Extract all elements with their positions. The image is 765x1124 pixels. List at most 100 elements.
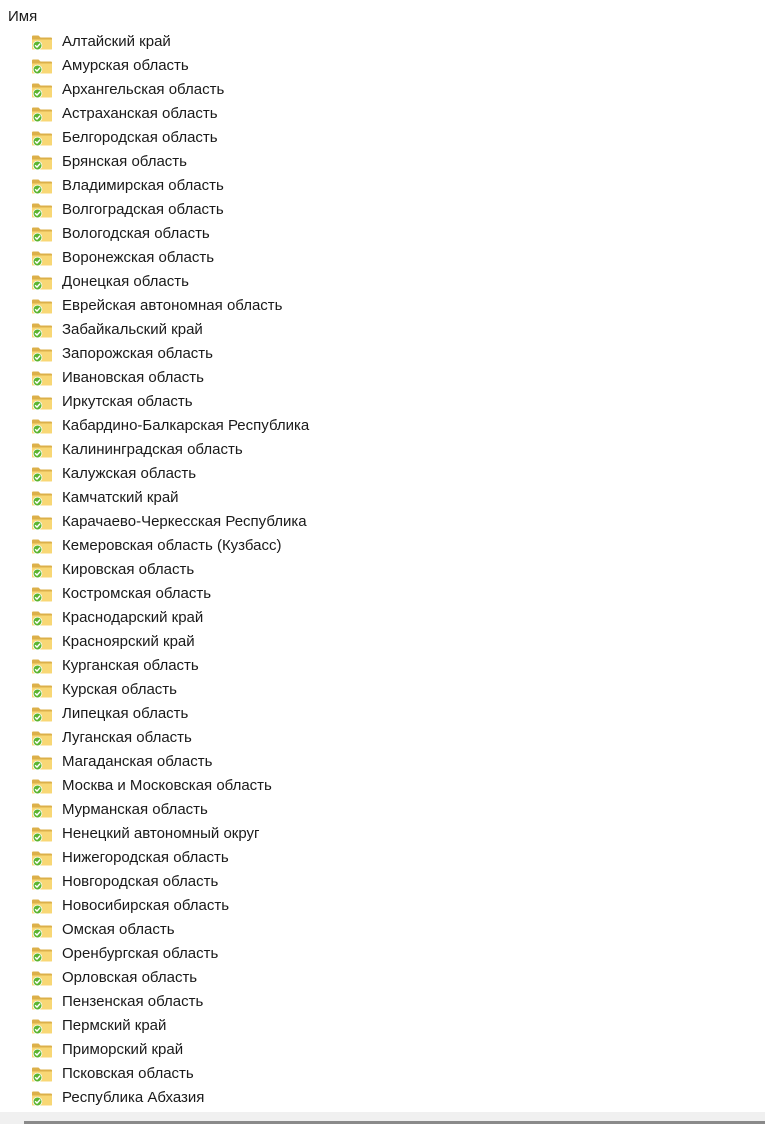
- folder-item[interactable]: Донецкая область: [0, 270, 765, 294]
- folder-item[interactable]: Приморский край: [0, 1038, 765, 1062]
- folder-item-name: Республика Абхазия: [62, 1089, 205, 1106]
- folder-item[interactable]: Курская область: [0, 678, 765, 702]
- folder-item[interactable]: Воронежская область: [0, 246, 765, 270]
- folder-item[interactable]: Астраханская область: [0, 102, 765, 126]
- horizontal-scrollbar[interactable]: [0, 1112, 765, 1124]
- folder-item[interactable]: Ивановская область: [0, 366, 765, 390]
- folder-item[interactable]: Вологодская область: [0, 222, 765, 246]
- folder-item-name: Иркутская область: [62, 393, 193, 410]
- folder-synced-icon: [31, 801, 53, 819]
- folder-item[interactable]: Брянская область: [0, 150, 765, 174]
- folder-item[interactable]: Краснодарский край: [0, 606, 765, 630]
- folder-item[interactable]: Липецкая область: [0, 702, 765, 726]
- folder-item-name: Архангельская область: [62, 81, 225, 98]
- folder-item-name: Еврейская автономная область: [62, 297, 283, 314]
- folder-item[interactable]: Камчатский край: [0, 486, 765, 510]
- folder-item[interactable]: Белгородская область: [0, 126, 765, 150]
- folder-item[interactable]: Курганская область: [0, 654, 765, 678]
- folder-item-name: Новгородская область: [62, 873, 219, 890]
- folder-item-name: Пензенская область: [62, 993, 204, 1010]
- folder-synced-icon: [31, 273, 53, 291]
- folder-item[interactable]: Мурманская область: [0, 798, 765, 822]
- folder-item[interactable]: Кировская область: [0, 558, 765, 582]
- folder-item-name: Магаданская область: [62, 753, 213, 770]
- folder-synced-icon: [31, 657, 53, 675]
- folder-synced-icon: [31, 153, 53, 171]
- folder-synced-icon: [31, 681, 53, 699]
- folder-item[interactable]: Забайкальский край: [0, 318, 765, 342]
- folder-item-name: Амурская область: [62, 57, 189, 74]
- folder-synced-icon: [31, 537, 53, 555]
- folder-item[interactable]: Кемеровская область (Кузбасс): [0, 534, 765, 558]
- folder-item-name: Кемеровская область (Кузбасс): [62, 537, 282, 554]
- folder-item[interactable]: Магаданская область: [0, 750, 765, 774]
- folder-item[interactable]: Новгородская область: [0, 870, 765, 894]
- folder-item[interactable]: Оренбургская область: [0, 942, 765, 966]
- folder-item-name: Костромская область: [62, 585, 212, 602]
- folder-item[interactable]: Алтайский край: [0, 30, 765, 54]
- folder-item-name: Владимирская область: [62, 177, 224, 194]
- folder-item-name: Мурманская область: [62, 801, 208, 818]
- folder-item-name: Вологодская область: [62, 225, 210, 242]
- folder-item[interactable]: Волгоградская область: [0, 198, 765, 222]
- folder-item-name: Приморский край: [62, 1041, 184, 1058]
- folder-synced-icon: [31, 753, 53, 771]
- folder-synced-icon: [31, 489, 53, 507]
- folder-item[interactable]: Республика Абхазия: [0, 1086, 765, 1110]
- folder-item[interactable]: Псковская область: [0, 1062, 765, 1086]
- folder-synced-icon: [31, 777, 53, 795]
- folder-item[interactable]: Омская область: [0, 918, 765, 942]
- folder-item[interactable]: Еврейская автономная область: [0, 294, 765, 318]
- folder-item[interactable]: Калужская область: [0, 462, 765, 486]
- file-list-pane: Имя Алтайский край Амурская область Арханг…: [0, 0, 765, 1124]
- folder-item-name: Камчатский край: [62, 489, 179, 506]
- folder-item-name: Москва и Московская область: [62, 777, 272, 794]
- folder-item-name: Кабардино-Балкарская Республика: [62, 417, 310, 434]
- folder-synced-icon: [31, 177, 53, 195]
- folder-item[interactable]: Пензенская область: [0, 990, 765, 1014]
- folder-item[interactable]: Пермский край: [0, 1014, 765, 1038]
- folder-item[interactable]: Красноярский край: [0, 630, 765, 654]
- folder-synced-icon: [31, 1065, 53, 1083]
- folder-synced-icon: [31, 633, 53, 651]
- folder-item[interactable]: Луганская область: [0, 726, 765, 750]
- folder-synced-icon: [31, 849, 53, 867]
- file-list: Алтайский край Амурская область Архангельс…: [0, 30, 765, 1110]
- folder-item[interactable]: Амурская область: [0, 54, 765, 78]
- folder-item[interactable]: Новосибирская область: [0, 894, 765, 918]
- folder-synced-icon: [31, 321, 53, 339]
- folder-synced-icon: [31, 105, 53, 123]
- name-column-header-label: Имя: [8, 8, 38, 25]
- folder-item-name: Псковская область: [62, 1065, 194, 1082]
- folder-item[interactable]: Москва и Московская область: [0, 774, 765, 798]
- folder-synced-icon: [31, 369, 53, 387]
- folder-item[interactable]: Архангельская область: [0, 78, 765, 102]
- folder-item-name: Воронежская область: [62, 249, 215, 266]
- folder-item-name: Омская область: [62, 921, 175, 938]
- folder-item[interactable]: Калининградская область: [0, 438, 765, 462]
- folder-synced-icon: [31, 1041, 53, 1059]
- folder-item[interactable]: Запорожская область: [0, 342, 765, 366]
- folder-item-name: Курская область: [62, 681, 177, 698]
- folder-synced-icon: [31, 57, 53, 75]
- folder-synced-icon: [31, 225, 53, 243]
- folder-item[interactable]: Орловская область: [0, 966, 765, 990]
- name-column-header[interactable]: Имя: [0, 0, 765, 30]
- folder-item[interactable]: Карачаево-Черкесская Республика: [0, 510, 765, 534]
- folder-item-name: Пермский край: [62, 1017, 167, 1034]
- folder-synced-icon: [31, 561, 53, 579]
- folder-item-name: Карачаево-Черкесская Республика: [62, 513, 307, 530]
- folder-synced-icon: [31, 465, 53, 483]
- folder-synced-icon: [31, 729, 53, 747]
- folder-item[interactable]: Иркутская область: [0, 390, 765, 414]
- folder-item[interactable]: Костромская область: [0, 582, 765, 606]
- folder-item[interactable]: Нижегородская область: [0, 846, 765, 870]
- folder-item[interactable]: Владимирская область: [0, 174, 765, 198]
- folder-item[interactable]: Кабардино-Балкарская Республика: [0, 414, 765, 438]
- folder-item-name: Липецкая область: [62, 705, 189, 722]
- folder-item-name: Орловская область: [62, 969, 198, 986]
- folder-item-name: Алтайский край: [62, 33, 171, 50]
- folder-synced-icon: [31, 705, 53, 723]
- folder-item[interactable]: Ненецкий автономный округ: [0, 822, 765, 846]
- folder-synced-icon: [31, 513, 53, 531]
